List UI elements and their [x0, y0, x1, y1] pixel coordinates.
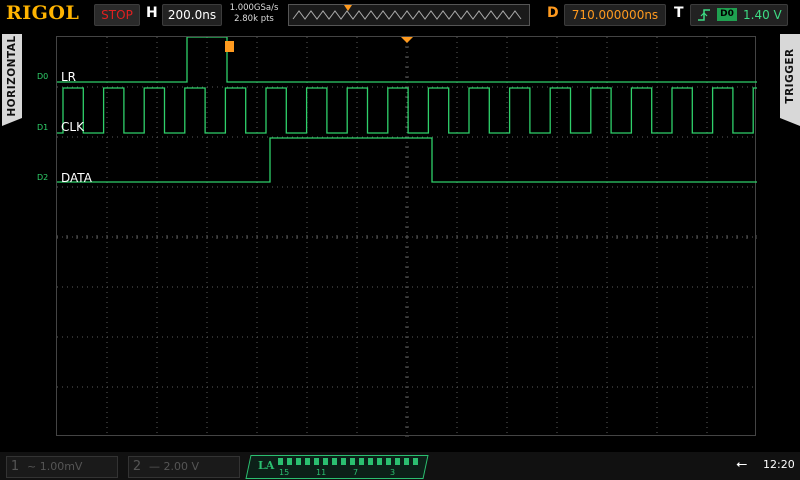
memory-overview-bar[interactable] — [288, 4, 530, 26]
horizontal-tab[interactable]: HORIZONTAL — [2, 34, 22, 126]
channel1-scale: ~ 1.00mV — [27, 460, 83, 473]
channel-tag-d0: D0 — [37, 72, 49, 81]
trigger-position-marker — [344, 5, 352, 11]
channel-label-data: DATA — [61, 171, 92, 185]
channel-label-lr: LR — [61, 70, 77, 84]
top-status-bar: RIGOL STOP H 200.0ns 1.000GSa/s 2.80k pt… — [0, 0, 800, 30]
channel2-scale: — 2.00 V — [149, 460, 200, 473]
channel-label-clk: CLK — [61, 120, 84, 134]
rigol-logo: RIGOL — [6, 2, 80, 24]
channel1-number: 1 — [10, 459, 20, 474]
horizontal-letter: H — [146, 5, 158, 21]
channel2-box[interactable]: 2 — 2.00 V — [128, 456, 240, 478]
trigger-letter: T — [674, 5, 684, 21]
trigger-time-marker — [401, 37, 413, 43]
la-num-7: 7 — [353, 468, 359, 477]
la-num-3: 3 — [390, 468, 396, 477]
run-stop-status[interactable]: STOP — [94, 4, 140, 26]
horizontal-tab-label: HORIZONTAL — [6, 35, 18, 117]
la-num-15: 15 — [279, 468, 290, 477]
system-clock: 12:20 — [763, 458, 795, 471]
la-channel-indicators — [278, 458, 418, 465]
usb-icon: ⭠ — [736, 456, 748, 472]
trigger-point-marker — [225, 41, 234, 52]
rising-edge-icon — [698, 9, 710, 21]
trigger-source-badge: D0 — [717, 8, 737, 21]
memory-depth: 2.80k pts — [234, 14, 274, 24]
delay-value[interactable]: 710.000000ns — [564, 4, 666, 26]
trigger-settings[interactable]: D0 1.40 V — [690, 4, 788, 26]
timebase-value[interactable]: 200.0ns — [162, 4, 222, 26]
channel1-box[interactable]: 1 ~ 1.00mV — [6, 456, 118, 478]
logic-analyzer-label: LA — [258, 459, 275, 472]
waveform-display[interactable] — [56, 36, 757, 437]
channel-tag-d2: D2 — [37, 173, 49, 182]
channel2-number: 2 — [132, 459, 142, 474]
trace-lr — [57, 37, 757, 83]
trigger-tab-label: TRIGGER — [784, 48, 796, 104]
sample-rate: 1.000GSa/s — [229, 3, 279, 13]
waveform-canvas — [57, 37, 757, 437]
trace-data — [57, 137, 757, 183]
trigger-tab[interactable]: TRIGGER — [780, 34, 800, 126]
la-num-11: 11 — [316, 468, 327, 477]
trigger-level: 1.40 V — [743, 8, 782, 22]
trace-clk — [57, 87, 757, 134]
sample-info: 1.000GSa/s 2.80k pts — [226, 3, 282, 25]
delay-letter: D — [547, 5, 559, 21]
channel-tag-d1: D1 — [37, 123, 49, 132]
memory-waveform-icon — [292, 5, 522, 20]
bottom-status-bar: 1 ~ 1.00mV 2 — 2.00 V LA 15 11 7 3 ⭠ 12:… — [0, 452, 800, 480]
